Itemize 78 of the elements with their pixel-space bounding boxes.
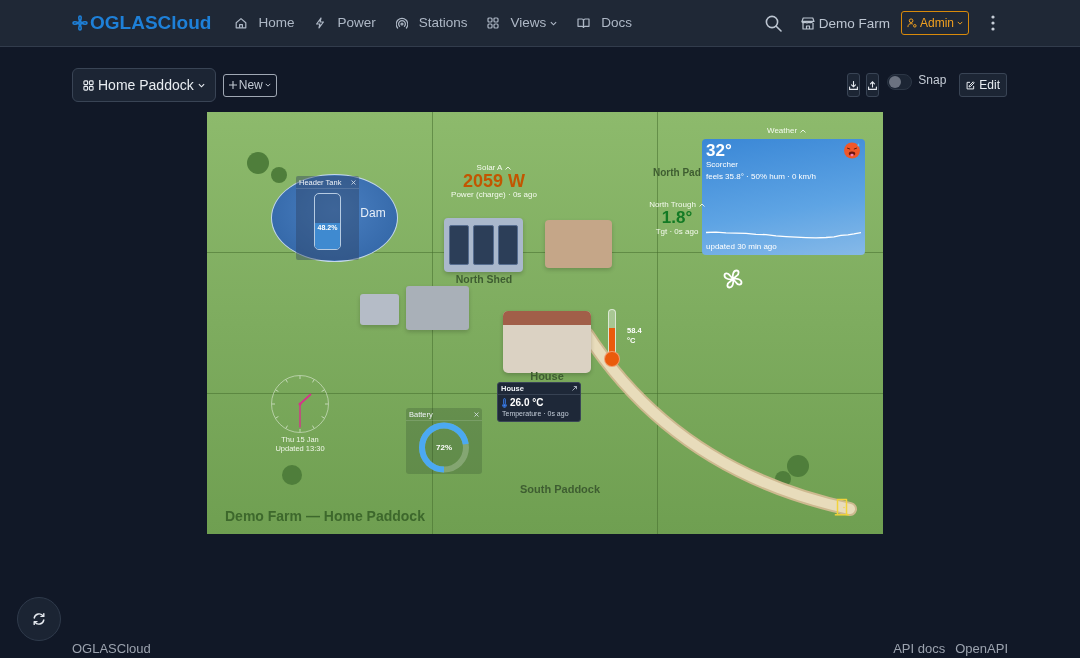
kebab-menu-icon: [991, 15, 995, 31]
edit-button[interactable]: Edit: [959, 73, 1007, 97]
admin-menu-button[interactable]: Admin: [901, 11, 969, 35]
thermometer-icon: [502, 398, 507, 408]
refresh-button[interactable]: [17, 597, 61, 641]
caret-icon: [264, 83, 271, 87]
search-button[interactable]: [764, 14, 782, 32]
analog-clock: [270, 374, 330, 434]
grid-icon: [83, 79, 94, 91]
solar-panel: [473, 225, 494, 265]
user-icon: [907, 18, 917, 28]
weather-updated-time: updated 30 min ago: [706, 242, 777, 252]
widget-title: Weather: [767, 126, 798, 135]
book-icon: [577, 17, 591, 29]
view-selector-button[interactable]: Home Paddock: [72, 68, 216, 102]
small-building: [406, 286, 469, 330]
tree-canopy: [271, 167, 287, 183]
upload-button[interactable]: [866, 73, 880, 97]
temperature-reading: 26.0 °C: [510, 397, 544, 409]
building-footprint: [545, 220, 612, 268]
solar-panel: [449, 225, 470, 265]
refresh-icon: [32, 612, 46, 626]
weather-temperature: 32°: [706, 142, 732, 160]
snap-label: Snap: [918, 73, 947, 87]
shed-label: North Shed: [455, 274, 513, 286]
nav-link[interactable]: Power: [314, 12, 376, 34]
trough-reading: 1.8°: [661, 209, 693, 227]
battery-reading: 72%: [436, 443, 452, 452]
search-icon: [764, 14, 782, 32]
close-icon[interactable]: [351, 179, 356, 185]
nav-link[interactable]: Docs: [577, 12, 632, 34]
plus-icon: [228, 81, 237, 89]
home-icon: [235, 17, 248, 29]
nav-link[interactable]: Stations: [395, 12, 468, 34]
logo-icon: [72, 15, 88, 31]
nav-link[interactable]: Home: [235, 12, 295, 34]
weather-details: feels 35.8° · 50% hum · 0 km/h: [706, 172, 816, 182]
power-reading: 2059 W: [462, 172, 525, 190]
new-button[interactable]: New: [222, 73, 277, 97]
sensor-title: North Trough: [649, 200, 696, 209]
fan-icon: [722, 268, 744, 290]
lightning-icon: [314, 17, 327, 29]
paddock-label: North Pad: [653, 167, 701, 178]
nav-link[interactable]: Views: [487, 12, 558, 34]
download-icon: [849, 80, 859, 90]
house-label: House: [530, 370, 564, 383]
footer-brand: OGLASCloud: [72, 641, 151, 656]
tree-canopy: [787, 455, 809, 477]
door-icon: [834, 498, 850, 516]
map-caption: Demo Farm — Home Paddock: [225, 508, 425, 524]
tree-canopy: [282, 465, 302, 485]
face-emoji-icon: [843, 141, 861, 159]
solar-panel: [497, 225, 518, 265]
download-button[interactable]: [847, 73, 861, 97]
expand-icon[interactable]: [572, 386, 577, 391]
upload-icon: [868, 80, 878, 90]
weather-condition: Scorcher: [706, 160, 738, 170]
sensor-caption: Power (charge) · 0s ago: [451, 190, 537, 199]
footer-link[interactable]: API docs: [893, 641, 946, 656]
footer-link[interactable]: OpenAPI: [955, 641, 1008, 656]
brand-link[interactable]: OGLASCloud: [72, 12, 212, 34]
signal-icon: [395, 17, 408, 29]
sensor-title: Solar A: [476, 163, 503, 172]
farm-selector[interactable]: Demo Farm: [800, 15, 890, 31]
store-icon: [800, 16, 815, 30]
paddock-label: South Paddock: [520, 483, 601, 496]
small-building: [360, 294, 399, 325]
caret-icon: [197, 82, 205, 88]
sensor-caption: Tgt · 0s ago: [655, 227, 699, 236]
snap-toggle[interactable]: [887, 74, 913, 90]
tree-canopy: [247, 152, 269, 174]
grid-icon: [487, 17, 500, 29]
caret-icon: [957, 21, 963, 25]
close-icon[interactable]: [474, 411, 479, 417]
pencil-icon: [966, 80, 976, 90]
chevron-icon[interactable]: [698, 202, 705, 207]
dam-label: Dam: [360, 206, 386, 220]
more-button[interactable]: [991, 15, 995, 31]
